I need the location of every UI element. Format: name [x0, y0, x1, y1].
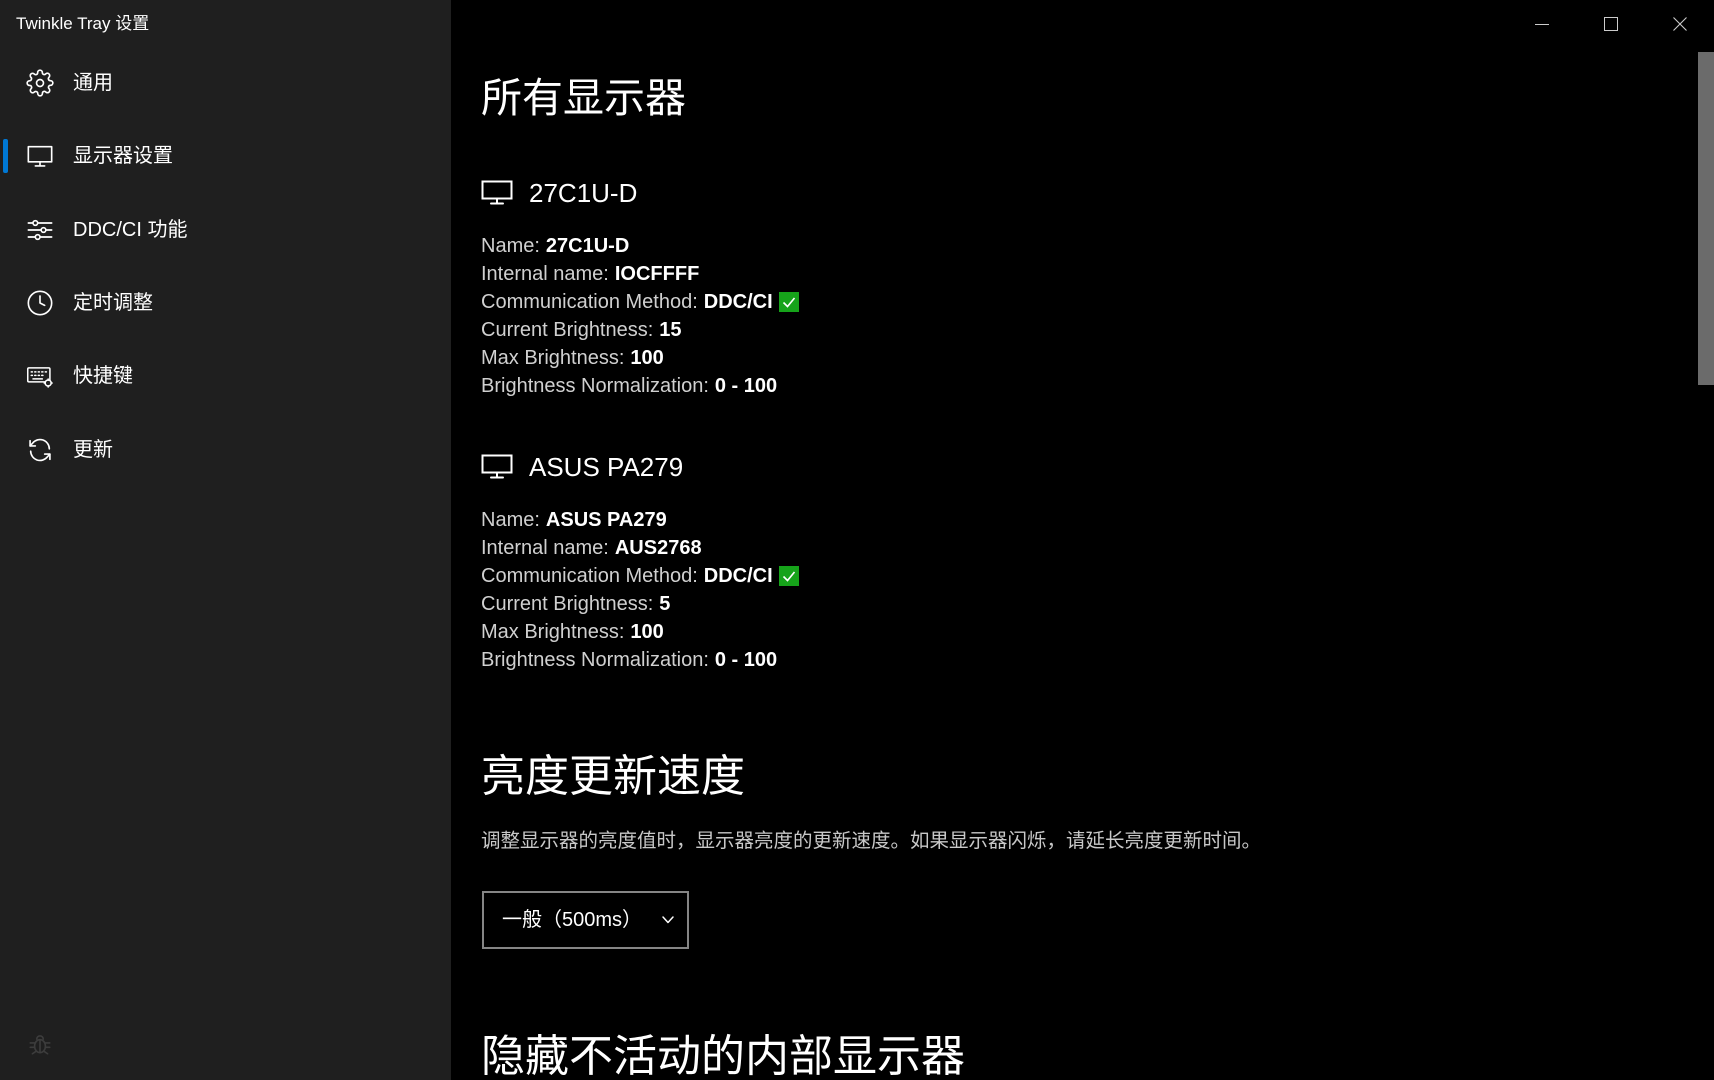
sidebar-item-label: DDC/CI 功能: [73, 219, 188, 241]
field-value: 100: [630, 347, 664, 369]
sliders-icon: [26, 216, 54, 244]
field-communication-method: Communication Method: DDC/CI: [481, 288, 799, 316]
field-value: DDC/CI: [703, 291, 773, 313]
active-indicator: [3, 139, 8, 173]
monitor-title: 27C1U-D: [529, 178, 638, 208]
field-value: IOCFFFF: [614, 263, 700, 285]
monitor-header: ASUS PA279: [481, 450, 1381, 484]
update-speed-description: 调整显示器的亮度值时，显示器亮度的更新速度。如果显示器闪烁，请延长亮度更新时间。: [481, 830, 1262, 852]
chevron-down-icon: [661, 915, 675, 925]
sidebar: Twinkle Tray 设置 通用 显示器设置 DDC/CI 功能 定时调整 …: [0, 0, 451, 1080]
field-value: ASUS PA279: [545, 509, 667, 531]
field-name: Name: ASUS PA279: [481, 506, 799, 534]
field-label: Current Brightness:: [481, 319, 654, 341]
minimize-icon: [1534, 16, 1550, 32]
update-speed-select[interactable]: 一般（500ms）: [482, 891, 689, 949]
sidebar-item-hotkeys[interactable]: 快捷键: [0, 344, 451, 408]
window-title: Twinkle Tray 设置: [16, 14, 150, 33]
field-label: Internal name:: [481, 537, 609, 559]
field-label: Internal name:: [481, 263, 609, 285]
field-label: Brightness Normalization:: [481, 649, 709, 671]
sidebar-item-monitors[interactable]: 显示器设置: [0, 124, 451, 188]
field-name: Name: 27C1U-D: [481, 232, 799, 260]
field-current-brightness: Current Brightness: 5: [481, 590, 799, 618]
sidebar-item-schedule[interactable]: 定时调整: [0, 271, 451, 335]
sidebar-item-updates[interactable]: 更新: [0, 418, 451, 482]
field-label: Name:: [481, 509, 540, 531]
close-icon: [1672, 16, 1688, 32]
scrollbar-thumb[interactable]: [1698, 52, 1714, 385]
monitor-icon: [26, 142, 54, 170]
field-value: 0 - 100: [714, 375, 778, 397]
field-internal-name: Internal name: IOCFFFF: [481, 260, 799, 288]
field-current-brightness: Current Brightness: 15: [481, 316, 799, 344]
field-internal-name: Internal name: AUS2768: [481, 534, 799, 562]
monitor-icon: [481, 180, 513, 206]
monitor-header: 27C1U-D: [481, 176, 1381, 210]
sidebar-item-label: 显示器设置: [73, 145, 173, 167]
check-icon: [778, 566, 799, 586]
field-label: Name:: [481, 235, 540, 257]
main-content: 所有显示器 27C1U-D Name: 27C1U-D Internal nam…: [451, 0, 1714, 1080]
maximize-button[interactable]: [1576, 0, 1645, 48]
sidebar-item-general[interactable]: 通用: [0, 51, 451, 115]
field-value: 0 - 100: [714, 649, 778, 671]
field-value: DDC/CI: [703, 565, 773, 587]
close-button[interactable]: [1645, 0, 1714, 48]
field-communication-method: Communication Method: DDC/CI: [481, 562, 799, 590]
sidebar-item-label: 定时调整: [73, 292, 153, 314]
select-value: 一般（500ms）: [502, 909, 643, 931]
hide-internal-heading: 隐藏不活动的内部显示器: [481, 1032, 965, 1080]
refresh-icon: [26, 436, 54, 464]
monitor-icon: [481, 454, 513, 480]
minimize-button[interactable]: [1507, 0, 1576, 48]
field-value: 5: [659, 593, 671, 615]
keyboard-icon: [26, 362, 54, 390]
update-speed-heading: 亮度更新速度: [481, 752, 745, 801]
monitor-details: Name: ASUS PA279 Internal name: AUS2768 …: [481, 506, 799, 674]
sidebar-item-label: 快捷键: [73, 365, 133, 387]
monitor-card: 27C1U-D Name: 27C1U-D Internal name: IOC…: [481, 176, 1381, 397]
field-label: Max Brightness:: [481, 621, 625, 643]
field-value: AUS2768: [614, 537, 702, 559]
field-label: Max Brightness:: [481, 347, 625, 369]
monitor-details: Name: 27C1U-D Internal name: IOCFFFF Com…: [481, 232, 799, 400]
field-value: 100: [630, 621, 664, 643]
monitor-title: ASUS PA279: [529, 452, 684, 482]
all-displays-heading: 所有显示器: [481, 75, 686, 121]
field-brightness-normalization: Brightness Normalization: 0 - 100: [481, 646, 799, 674]
gear-icon: [26, 69, 54, 97]
sidebar-item-label: 通用: [73, 72, 113, 94]
sidebar-item-ddcci[interactable]: DDC/CI 功能: [0, 198, 451, 262]
field-max-brightness: Max Brightness: 100: [481, 344, 799, 372]
field-label: Current Brightness:: [481, 593, 654, 615]
bug-icon[interactable]: [27, 1031, 53, 1057]
field-value: 27C1U-D: [545, 235, 630, 257]
maximize-icon: [1603, 16, 1619, 32]
monitor-card: ASUS PA279 Name: ASUS PA279 Internal nam…: [481, 450, 1381, 671]
sidebar-item-label: 更新: [73, 439, 113, 461]
field-label: Communication Method:: [481, 291, 698, 313]
clock-icon: [26, 289, 54, 317]
field-label: Brightness Normalization:: [481, 375, 709, 397]
field-value: 15: [659, 319, 682, 341]
check-icon: [778, 292, 799, 312]
field-brightness-normalization: Brightness Normalization: 0 - 100: [481, 372, 799, 400]
field-label: Communication Method:: [481, 565, 698, 587]
field-max-brightness: Max Brightness: 100: [481, 618, 799, 646]
